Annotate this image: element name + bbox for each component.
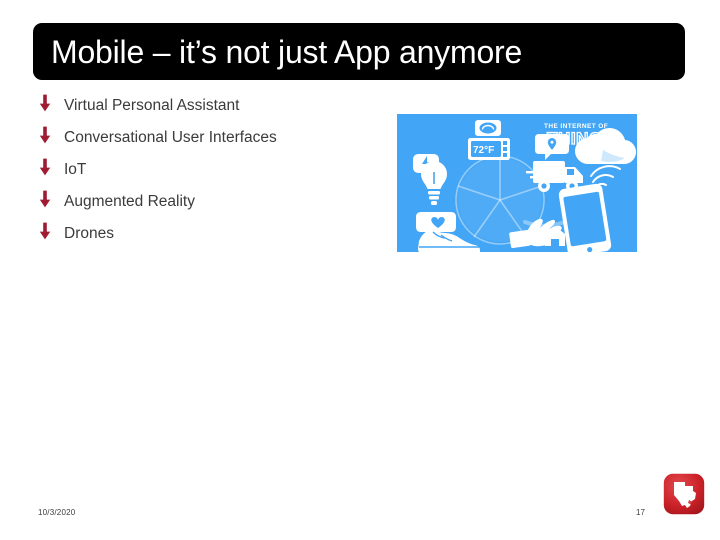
page-number: 17 <box>636 508 645 517</box>
list-item: Augmented Reality <box>38 188 378 220</box>
down-arrow-icon <box>38 158 64 176</box>
list-item-label: IoT <box>64 161 87 178</box>
list-item-label: Conversational User Interfaces <box>64 129 277 146</box>
texas-state-logo <box>662 472 706 516</box>
title-bar: Mobile – it’s not just App anymore <box>33 23 685 80</box>
down-arrow-icon <box>38 94 64 112</box>
list-item: Virtual Personal Assistant <box>38 92 378 124</box>
down-arrow-icon <box>38 222 64 240</box>
thermostat-reading: 72°F <box>473 145 494 156</box>
internet-of-things-infographic: THE INTERNET OF THINGS 72°F <box>397 114 637 252</box>
down-arrow-icon <box>38 126 64 144</box>
footer-date: 10/3/2020 <box>38 508 76 517</box>
down-arrow-icon <box>38 190 64 208</box>
list-item: Conversational User Interfaces <box>38 124 378 156</box>
list-item-label: Drones <box>64 225 114 242</box>
page-title: Mobile – it’s not just App anymore <box>51 33 523 70</box>
bullet-list: Virtual Personal Assistant Conversationa… <box>38 92 378 252</box>
list-item: Drones <box>38 220 378 252</box>
list-item-label: Virtual Personal Assistant <box>64 97 240 114</box>
list-item-label: Augmented Reality <box>64 193 195 210</box>
list-item: IoT <box>38 156 378 188</box>
slide: Mobile – it’s not just App anymore Virtu… <box>0 0 720 540</box>
